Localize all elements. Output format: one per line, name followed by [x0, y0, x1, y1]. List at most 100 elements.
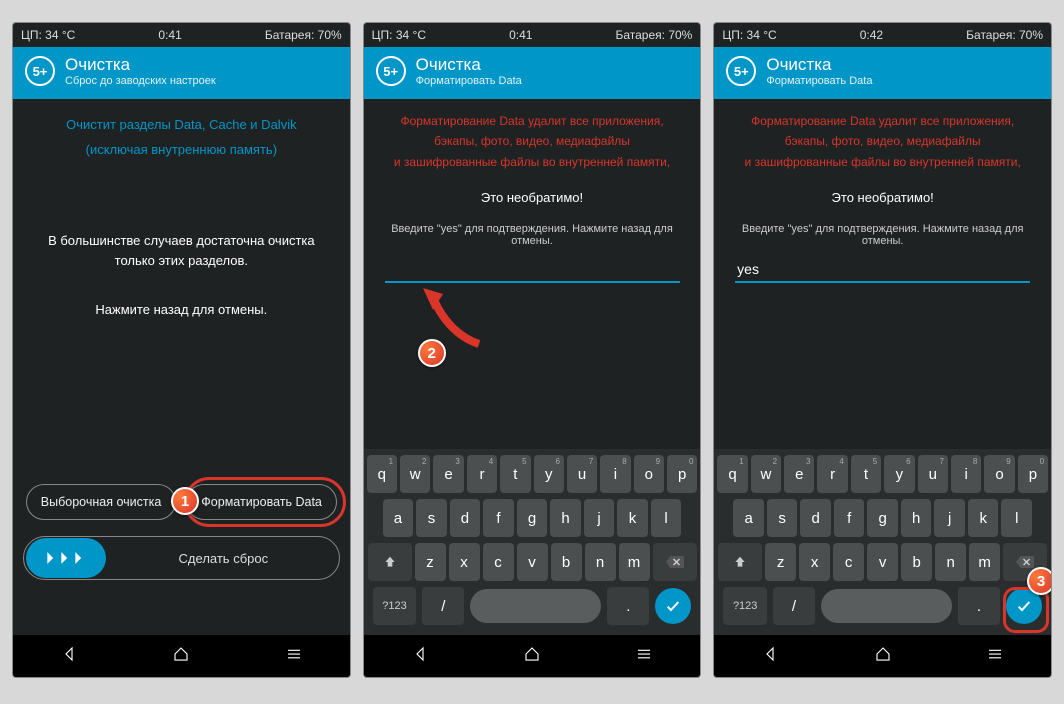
warn-line-1: Форматирование Data удалит все приложени…	[751, 111, 1014, 131]
key-f[interactable]: f	[483, 499, 514, 537]
key-e[interactable]: e3	[784, 455, 814, 493]
format-data-button[interactable]: Форматировать Data	[186, 484, 337, 520]
key-x[interactable]: x	[449, 543, 480, 581]
key-m[interactable]: m	[619, 543, 650, 581]
nav-recent-icon[interactable]	[635, 645, 653, 668]
nav-back-icon[interactable]	[60, 645, 78, 668]
key-enter[interactable]	[655, 588, 691, 624]
key-z[interactable]: z	[765, 543, 796, 581]
nav-home-icon[interactable]	[523, 645, 541, 668]
nav-recent-icon[interactable]	[986, 645, 1004, 668]
warn-line-2: бэкапы, фото, видео, медиафайлы	[785, 131, 981, 151]
header-title: Очистка	[65, 55, 216, 75]
key-l[interactable]: l	[651, 499, 682, 537]
key-z[interactable]: z	[415, 543, 446, 581]
key-j[interactable]: j	[934, 499, 965, 537]
key-v[interactable]: v	[867, 543, 898, 581]
key-slash[interactable]: /	[773, 587, 815, 625]
key-slash[interactable]: /	[422, 587, 464, 625]
nav-recent-icon[interactable]	[285, 645, 303, 668]
key-dot[interactable]: .	[958, 587, 1000, 625]
header-subtitle: Форматировать Data	[416, 75, 522, 87]
cpu-temp: ЦП: 34 °C	[372, 28, 426, 42]
key-p[interactable]: p0	[1018, 455, 1048, 493]
kbd-row-1: q1w2e3r4t5y6u7i8o9p0	[717, 455, 1048, 493]
annotation-badge-2: 2	[418, 339, 446, 367]
key-x[interactable]: x	[799, 543, 830, 581]
swipe-to-wipe[interactable]: Сделать сброс	[23, 536, 339, 580]
warn-line-2: бэкапы, фото, видео, медиафайлы	[434, 131, 630, 151]
key-o[interactable]: o9	[984, 455, 1014, 493]
screen-3: ЦП: 34 °C 0:42 Батарея: 70% 5+ Очистка Ф…	[713, 22, 1052, 678]
key-h[interactable]: h	[901, 499, 932, 537]
selective-wipe-button[interactable]: Выборочная очистка	[26, 484, 177, 520]
key-dot[interactable]: .	[607, 587, 649, 625]
key-o[interactable]: o9	[634, 455, 664, 493]
key-l[interactable]: l	[1001, 499, 1032, 537]
nav-back-icon[interactable]	[411, 645, 429, 668]
key-backspace[interactable]	[653, 543, 697, 581]
key-a[interactable]: a	[383, 499, 414, 537]
key-w[interactable]: w2	[400, 455, 430, 493]
key-r[interactable]: r4	[817, 455, 847, 493]
header-subtitle: Форматировать Data	[766, 75, 872, 87]
annotation-badge-1: 1	[171, 487, 199, 515]
key-shift[interactable]	[718, 543, 762, 581]
paragraph-1: В большинстве случаев достаточна очистка…	[21, 231, 342, 273]
nav-back-icon[interactable]	[761, 645, 779, 668]
key-g[interactable]: g	[517, 499, 548, 537]
key-s[interactable]: s	[416, 499, 447, 537]
confirm-input[interactable]	[735, 257, 1030, 283]
key-f[interactable]: f	[834, 499, 865, 537]
key-b[interactable]: b	[551, 543, 582, 581]
info-line-2: (исключая внутреннюю память)	[86, 140, 277, 161]
confirm-input[interactable]	[385, 257, 680, 283]
info-line-1: Очистит разделы Data, Cache и Dalvik	[66, 115, 296, 136]
key-h[interactable]: h	[550, 499, 581, 537]
key-symbols[interactable]: ?123	[723, 587, 767, 625]
key-w[interactable]: w2	[751, 455, 781, 493]
navbar	[13, 635, 350, 677]
key-a[interactable]: a	[733, 499, 764, 537]
key-t[interactable]: t5	[851, 455, 881, 493]
key-e[interactable]: e3	[433, 455, 463, 493]
kbd-row-3: zxcvbnm	[367, 543, 698, 581]
key-d[interactable]: d	[450, 499, 481, 537]
key-y[interactable]: y6	[884, 455, 914, 493]
key-k[interactable]: k	[617, 499, 648, 537]
key-t[interactable]: t5	[500, 455, 530, 493]
swipe-thumb-icon	[26, 538, 106, 578]
nav-home-icon[interactable]	[874, 645, 892, 668]
key-s[interactable]: s	[767, 499, 798, 537]
key-r[interactable]: r4	[467, 455, 497, 493]
key-k[interactable]: k	[968, 499, 999, 537]
screen-1: ЦП: 34 °C 0:41 Батарея: 70% 5+ Очистка С…	[12, 22, 351, 678]
battery: Батарея: 70%	[265, 28, 342, 42]
key-q[interactable]: q1	[367, 455, 397, 493]
key-y[interactable]: y6	[534, 455, 564, 493]
key-shift[interactable]	[368, 543, 412, 581]
kbd-row-4: ?123 / .	[367, 587, 698, 625]
key-d[interactable]: d	[800, 499, 831, 537]
key-space[interactable]	[470, 589, 601, 623]
key-n[interactable]: n	[935, 543, 966, 581]
key-q[interactable]: q1	[717, 455, 747, 493]
key-p[interactable]: p0	[667, 455, 697, 493]
key-c[interactable]: c	[833, 543, 864, 581]
content: Очистит разделы Data, Cache и Dalvik (ис…	[13, 99, 350, 635]
key-j[interactable]: j	[584, 499, 615, 537]
key-u[interactable]: u7	[918, 455, 948, 493]
key-i[interactable]: i8	[600, 455, 630, 493]
key-b[interactable]: b	[901, 543, 932, 581]
key-i[interactable]: i8	[951, 455, 981, 493]
key-v[interactable]: v	[517, 543, 548, 581]
key-symbols[interactable]: ?123	[373, 587, 417, 625]
key-c[interactable]: c	[483, 543, 514, 581]
key-n[interactable]: n	[585, 543, 616, 581]
key-u[interactable]: u7	[567, 455, 597, 493]
clock: 0:41	[158, 28, 181, 42]
nav-home-icon[interactable]	[172, 645, 190, 668]
key-m[interactable]: m	[969, 543, 1000, 581]
key-space[interactable]	[821, 589, 952, 623]
key-g[interactable]: g	[867, 499, 898, 537]
